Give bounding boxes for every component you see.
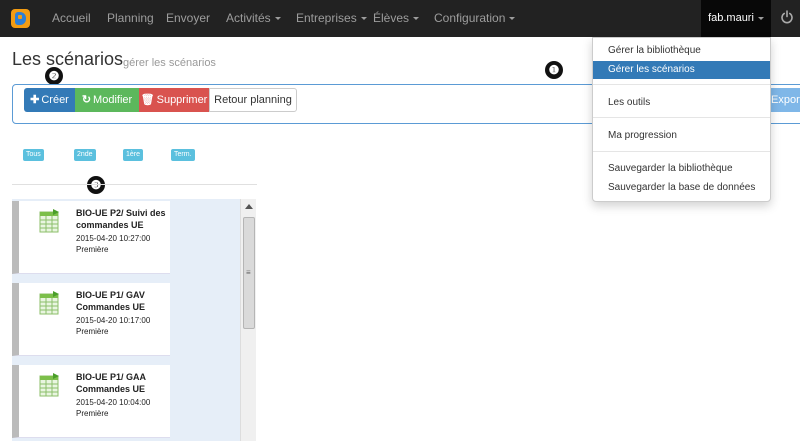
menu-item-manage-scenarios[interactable]: Gérer les scénarios [593,61,770,79]
scenario-title: BIO-UE P1/ GAV Commandes UE [76,290,146,312]
divider [12,184,257,185]
modify-label: Modifier [93,94,133,106]
nav-item-activites[interactable]: Activités [226,0,281,37]
user-menu-toggle[interactable]: fab.mauri [701,0,771,37]
nav-item-configuration[interactable]: Configuration [434,0,515,37]
menu-divider [593,84,770,85]
filter-premiere[interactable]: 1ère [123,149,144,161]
spreadsheet-icon [39,373,59,397]
plus-icon: ✚ [30,94,40,106]
delete-button[interactable]: 🗑 Supprimer [139,88,209,112]
menu-item-manage-library[interactable]: Gérer la bibliothèque [593,42,770,60]
scenario-date: 2015-04-20 10:27:00 [76,234,151,243]
logo-mark [15,12,26,25]
grip-icon: ≡ [246,268,251,277]
nav-item-envoyer[interactable]: Envoyer [166,0,210,37]
scenario-date: 2015-04-20 10:04:00 [76,398,151,407]
nav-item-planning[interactable]: Planning [107,0,154,37]
filter-all[interactable]: Tous [23,149,44,161]
scenario-card[interactable]: BIO-UE P2/ Suivi des commandes UE 2015-0… [12,201,170,274]
configuration-dropdown: Gérer la bibliothèque Gérer les scénario… [592,37,771,202]
menu-divider [593,151,770,152]
scenario-date: 2015-04-20 10:17:00 [76,316,151,325]
spreadsheet-icon [39,291,59,315]
scroll-up-arrow-icon[interactable] [245,204,253,209]
nav-item-activites-label: Activités [226,11,271,25]
refresh-icon: ↻ [81,94,92,106]
list-scrollbar[interactable]: ≡ [240,199,256,441]
nav-item-eleves[interactable]: Élèves [373,0,419,37]
menu-divider [593,117,770,118]
page-subtitle: gérer les scénarios [123,57,216,69]
back-to-planning-button[interactable]: Retour planning [209,88,297,112]
nav-item-accueil[interactable]: Accueil [52,0,91,37]
scenario-level: Première [76,327,109,336]
filter-terminale[interactable]: Term. [171,149,195,161]
trash-icon: 🗑 [140,94,155,106]
callout-1: ❶ [545,61,563,79]
menu-item-progress[interactable]: Ma progression [593,127,770,145]
app-logo[interactable] [11,9,30,28]
export-button[interactable]: Exporte [768,88,800,112]
scenario-card[interactable]: BIO-UE P1/ GAA Commandes UE 2015-04-20 1… [12,365,170,438]
create-button[interactable]: ✚ Créer [24,88,75,112]
page-title: Les scénarios [12,49,124,69]
nav-item-eleves-label: Élèves [373,11,410,25]
spreadsheet-icon [39,209,59,233]
create-label: Créer [41,94,69,106]
scenario-title: BIO-UE P1/ GAA Commandes UE [76,372,146,394]
scenario-card[interactable]: BIO-UE P1/ GAV Commandes UE 2015-04-20 1… [12,283,170,356]
scenario-title: BIO-UE P2/ Suivi des commandes UE [76,208,166,230]
scenario-level: Première [76,409,109,418]
menu-item-tools[interactable]: Les outils [593,94,770,112]
filter-seconde[interactable]: 2nde [74,149,96,161]
nav-item-entreprises[interactable]: Entreprises [296,0,367,37]
modify-button[interactable]: ↻ Modifier [75,88,139,112]
user-name: fab.mauri [708,12,754,24]
scroll-thumb[interactable]: ≡ [243,217,255,329]
callout-2: ❷ [45,67,63,85]
menu-item-save-database[interactable]: Sauvegarder la base de données [593,179,770,197]
top-navbar: Accueil Planning Envoyer Activités Entre… [0,0,800,37]
callout-3: ❸ [87,176,105,194]
menu-item-save-library[interactable]: Sauvegarder la bibliothèque [593,160,770,178]
nav-item-configuration-label: Configuration [434,11,506,25]
power-icon[interactable] [781,10,793,24]
nav-item-entreprises-label: Entreprises [296,11,357,25]
scenario-level: Première [76,245,109,254]
delete-label: Supprimer [156,94,208,106]
